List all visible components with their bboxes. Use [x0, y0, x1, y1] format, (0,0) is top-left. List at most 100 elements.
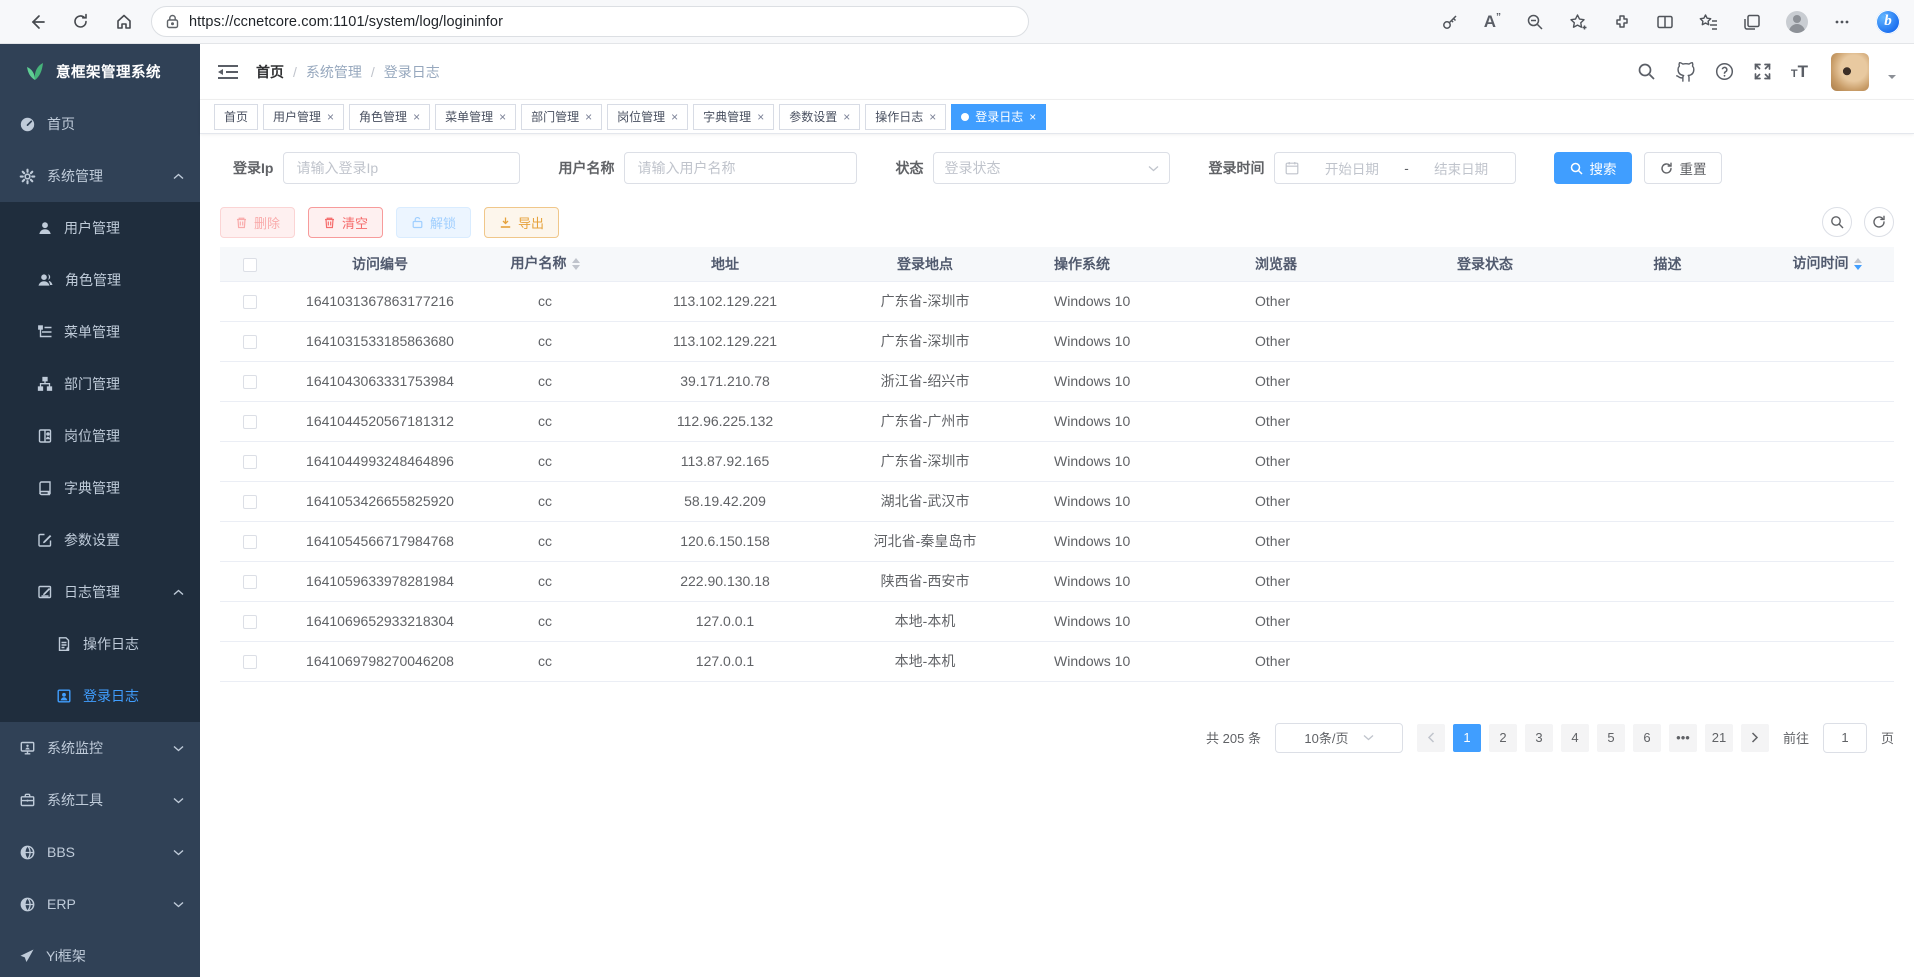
- table-row[interactable]: 1641053426655825920cc58.19.42.209湖北省-武汉市…: [220, 481, 1894, 521]
- home-icon[interactable]: [115, 13, 133, 31]
- tab-user-mgmt[interactable]: 用户管理×: [263, 104, 344, 130]
- tab-menu-mgmt[interactable]: 菜单管理×: [435, 104, 516, 130]
- tab-post-mgmt[interactable]: 岗位管理×: [607, 104, 688, 130]
- row-checkbox[interactable]: [243, 295, 257, 309]
- sidebar-item-login-log[interactable]: 登录日志: [0, 670, 200, 722]
- user-avatar[interactable]: [1831, 53, 1869, 91]
- toggle-search-button[interactable]: [1822, 207, 1852, 237]
- tab-param-settings[interactable]: 参数设置×: [779, 104, 860, 130]
- goto-page-input[interactable]: [1823, 723, 1867, 753]
- col-visit-time[interactable]: 访问时间: [1760, 247, 1894, 281]
- sidebar-item-system-tools[interactable]: 系统工具: [0, 774, 200, 826]
- tab-operation-log[interactable]: 操作日志×: [865, 104, 946, 130]
- github-icon[interactable]: [1675, 61, 1696, 82]
- row-checkbox[interactable]: [243, 375, 257, 389]
- sidebar-item-user-mgmt[interactable]: 用户管理: [0, 202, 200, 254]
- user-name-input[interactable]: [624, 152, 857, 184]
- prev-page-button[interactable]: [1417, 724, 1445, 752]
- table-row[interactable]: 1641054566717984768cc120.6.150.158河北省-秦皇…: [220, 521, 1894, 561]
- sidebar-item-role-mgmt[interactable]: 角色管理: [0, 254, 200, 306]
- row-checkbox[interactable]: [243, 575, 257, 589]
- more-pages-button[interactable]: •••: [1669, 724, 1697, 752]
- table-row[interactable]: 1641031533185863680cc113.102.129.221广东省-…: [220, 321, 1894, 361]
- row-checkbox[interactable]: [243, 335, 257, 349]
- page-button-6[interactable]: 6: [1633, 724, 1661, 752]
- sidebar-item-yi-framework[interactable]: Yi框架: [0, 930, 200, 977]
- page-button-last[interactable]: 21: [1705, 724, 1733, 752]
- page-button-1[interactable]: 1: [1453, 724, 1481, 752]
- sidebar-item-operation-log[interactable]: 操作日志: [0, 618, 200, 670]
- search-icon[interactable]: [1637, 62, 1656, 81]
- font-size-icon[interactable]: TT: [1791, 63, 1808, 80]
- sidebar-item-home[interactable]: 首页: [0, 98, 200, 150]
- next-page-button[interactable]: [1741, 724, 1769, 752]
- lock-icon[interactable]: [166, 14, 179, 29]
- sort-icon[interactable]: [572, 254, 580, 274]
- row-checkbox[interactable]: [243, 415, 257, 429]
- close-icon[interactable]: ×: [843, 110, 850, 124]
- table-row[interactable]: 1641059633978281984cc222.90.130.18陕西省-西安…: [220, 561, 1894, 601]
- split-screen-icon[interactable]: [1656, 13, 1674, 31]
- page-button-5[interactable]: 5: [1597, 724, 1625, 752]
- page-button-4[interactable]: 4: [1561, 724, 1589, 752]
- close-icon[interactable]: ×: [499, 110, 506, 124]
- breadcrumb-home[interactable]: 首页: [256, 62, 284, 82]
- favorite-star-add-icon[interactable]: [1569, 13, 1588, 31]
- page-size-select[interactable]: 10条/页: [1275, 723, 1403, 753]
- refresh-table-button[interactable]: [1864, 207, 1894, 237]
- date-range-picker[interactable]: 开始日期 - 结束日期: [1274, 152, 1516, 184]
- ellipsis-menu-icon[interactable]: [1833, 13, 1851, 31]
- sidebar-collapse-icon[interactable]: [218, 63, 238, 81]
- page-button-2[interactable]: 2: [1489, 724, 1517, 752]
- date-end-placeholder[interactable]: 结束日期: [1417, 158, 1506, 178]
- favorites-bar-icon[interactable]: [1699, 13, 1718, 31]
- col-user-name[interactable]: 用户名称: [480, 247, 610, 281]
- table-row[interactable]: 1641044993248464896cc113.87.92.165广东省-深圳…: [220, 441, 1894, 481]
- collections-icon[interactable]: [1743, 13, 1761, 31]
- close-icon[interactable]: ×: [413, 110, 420, 124]
- sidebar-item-system-mgmt[interactable]: 系统管理: [0, 150, 200, 202]
- zoom-out-icon[interactable]: [1526, 13, 1544, 31]
- url-text[interactable]: https://ccnetcore.com:1101/system/log/lo…: [189, 14, 503, 30]
- close-icon[interactable]: ×: [757, 110, 764, 124]
- close-icon[interactable]: ×: [671, 110, 678, 124]
- avatar-caret-icon[interactable]: [1888, 75, 1896, 83]
- read-aloud-icon[interactable]: A”: [1484, 13, 1501, 30]
- export-button[interactable]: 导出: [484, 207, 559, 238]
- sidebar-item-dept-mgmt[interactable]: 部门管理: [0, 358, 200, 410]
- table-row[interactable]: 1641044520567181312cc112.96.225.132广东省-广…: [220, 401, 1894, 441]
- login-ip-input[interactable]: [283, 152, 520, 184]
- search-button[interactable]: 搜索: [1554, 152, 1632, 184]
- tab-dept-mgmt[interactable]: 部门管理×: [521, 104, 602, 130]
- unlock-button[interactable]: 解锁: [396, 207, 471, 238]
- close-icon[interactable]: ×: [1029, 110, 1036, 124]
- tab-dict-mgmt[interactable]: 字典管理×: [693, 104, 774, 130]
- refresh-icon[interactable]: [72, 13, 89, 30]
- tab-home[interactable]: 首页: [214, 104, 258, 130]
- close-icon[interactable]: ×: [327, 110, 334, 124]
- status-select[interactable]: 登录状态: [933, 152, 1170, 184]
- row-checkbox[interactable]: [243, 615, 257, 629]
- back-arrow-icon[interactable]: [28, 13, 46, 31]
- sidebar-item-bbs[interactable]: BBS: [0, 826, 200, 878]
- sidebar-item-log-mgmt[interactable]: 日志管理: [0, 566, 200, 618]
- sidebar-item-erp[interactable]: ERP: [0, 878, 200, 930]
- row-checkbox[interactable]: [243, 535, 257, 549]
- browser-profile-avatar[interactable]: [1786, 11, 1808, 33]
- row-checkbox[interactable]: [243, 495, 257, 509]
- sidebar-item-post-mgmt[interactable]: 岗位管理: [0, 410, 200, 462]
- sidebar-item-param-settings[interactable]: 参数设置: [0, 514, 200, 566]
- sidebar-item-system-monitor[interactable]: 系统监控: [0, 722, 200, 774]
- extensions-puzzle-icon[interactable]: [1613, 13, 1631, 31]
- copilot-icon[interactable]: b: [1876, 10, 1900, 34]
- address-bar[interactable]: https://ccnetcore.com:1101/system/log/lo…: [151, 6, 1029, 37]
- row-checkbox[interactable]: [243, 655, 257, 669]
- select-all-checkbox[interactable]: [243, 258, 257, 272]
- row-checkbox[interactable]: [243, 455, 257, 469]
- password-key-icon[interactable]: [1441, 13, 1459, 31]
- clear-button[interactable]: 清空: [308, 207, 383, 238]
- close-icon[interactable]: ×: [929, 110, 936, 124]
- delete-button[interactable]: 删除: [220, 207, 295, 238]
- date-start-placeholder[interactable]: 开始日期: [1307, 158, 1396, 178]
- sort-icon-active[interactable]: [1854, 254, 1862, 274]
